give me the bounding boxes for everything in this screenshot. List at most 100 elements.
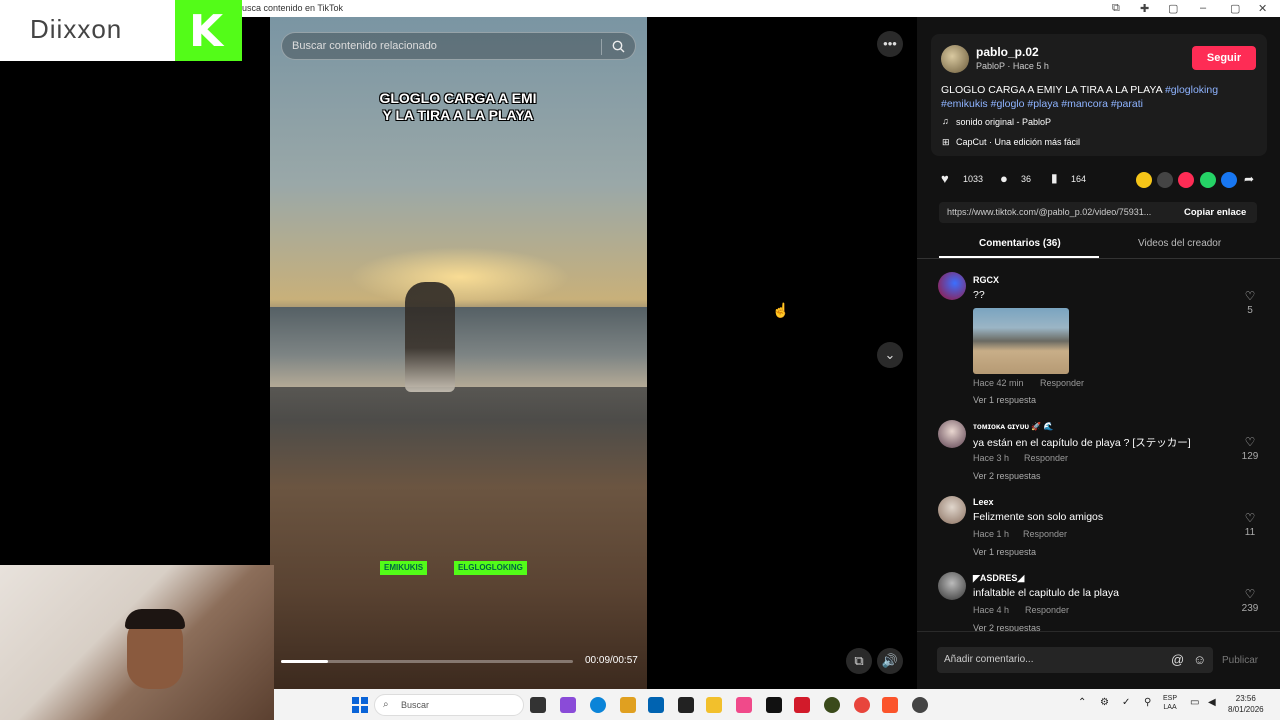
sea-waves (270, 307, 647, 387)
comment-time: Hace 4 h (973, 605, 1010, 615)
comment-icon[interactable]: ● (1000, 171, 1008, 186)
reply-button[interactable]: Responder (1025, 605, 1069, 615)
language-indicator[interactable]: ESP LAA (1163, 694, 1177, 712)
comment-input[interactable]: Añadir comentario... @ ☺ (937, 647, 1213, 673)
emoji-icon[interactable]: ☺ (1193, 652, 1206, 667)
brave-icon[interactable] (882, 697, 898, 713)
comment-time: Hace 42 min (973, 378, 1024, 388)
tiktok-icon[interactable] (766, 697, 782, 713)
network-icon[interactable]: ▭ (1190, 697, 1199, 708)
speaker-icon[interactable]: ◀ (1208, 697, 1216, 708)
tray-icon[interactable]: ⚙ (1100, 697, 1109, 708)
reply-button[interactable]: Responder (1023, 529, 1067, 539)
send-icon[interactable] (1178, 172, 1194, 188)
comment-like-count: 239 (1241, 603, 1259, 614)
windows-start-icon[interactable] (352, 697, 368, 713)
wifi-icon[interactable]: ✓ (1122, 697, 1130, 708)
comment-avatar[interactable] (938, 272, 966, 300)
chrome-icon[interactable] (854, 697, 870, 713)
comment-avatar[interactable] (938, 496, 966, 524)
search-divider (601, 39, 602, 55)
coin-icon[interactable] (1136, 172, 1152, 188)
puzzle-icon[interactable]: ✚ (1140, 2, 1149, 15)
comment-avatar[interactable] (938, 420, 966, 448)
tab-creator-videos[interactable]: Videos del creador (1138, 238, 1221, 249)
caption-line-2: Y LA TIRA A LA PLAYA (382, 107, 534, 123)
maximize-icon[interactable]: ▢ (1230, 2, 1240, 15)
pip-icon[interactable]: ⧉ (846, 648, 872, 674)
outlook-icon[interactable] (648, 697, 664, 713)
capcut-app-icon[interactable] (678, 697, 694, 713)
task-view-icon[interactable] (530, 697, 546, 713)
heart-icon[interactable]: ♥ (941, 171, 949, 186)
video-progress-bar[interactable] (281, 660, 573, 663)
caption-line-1: GLOGLO CARGA A EMI (379, 90, 537, 106)
minimize-icon[interactable]: – (1200, 2, 1206, 14)
follow-button[interactable]: Seguir (1192, 46, 1256, 70)
comment-avatar[interactable] (938, 572, 966, 600)
search-icon: ⌕ (383, 699, 389, 710)
photos-icon[interactable] (620, 697, 636, 713)
comment-heart-icon[interactable]: ♡ (1240, 289, 1260, 303)
comment-author[interactable]: ᴛᴏᴍɪᴏᴋᴀ ɢɪʏᴜᴜ 🚀 🌊 (973, 422, 1053, 431)
search-placeholder: Buscar contenido relacionado (292, 40, 437, 52)
comment-author[interactable]: RGCX (973, 275, 999, 285)
comment-heart-icon[interactable]: ♡ (1240, 587, 1260, 601)
share-arrow-icon[interactable]: ➦ (1244, 172, 1254, 186)
comment-heart-icon[interactable]: ♡ (1240, 435, 1260, 449)
view-replies-button[interactable]: Ver 1 respuesta (973, 547, 1036, 557)
hashtag-line-2[interactable]: #emikukis #gloglo #playa #mancora #parat… (941, 98, 1143, 110)
saves-count: 164 (1071, 174, 1087, 184)
video-time: 00:09/00:57 (585, 655, 638, 666)
hashtag-line-1[interactable]: #glogloking (1165, 84, 1218, 96)
file-explorer-icon[interactable] (706, 697, 722, 713)
embed-icon[interactable] (1157, 172, 1173, 188)
whatsapp-icon[interactable] (1200, 172, 1216, 188)
more-options-icon[interactable]: ••• (877, 31, 903, 57)
bookmark-icon[interactable]: ▮ (1051, 171, 1058, 185)
kick-logo: K (175, 0, 242, 61)
comment-sticker-image[interactable] (973, 308, 1069, 374)
chevron-down-icon[interactable]: ⌄ (877, 342, 903, 368)
tab-comments[interactable]: Comentarios (36) (979, 238, 1061, 249)
clock-time: 23:56 (1235, 694, 1256, 703)
mention-icon[interactable]: @ (1171, 652, 1184, 667)
view-replies-button[interactable]: Ver 1 respuesta (973, 395, 1036, 405)
copy-link-button[interactable]: Copiar enlace (1184, 207, 1246, 218)
usb-icon[interactable]: ⚲ (1144, 697, 1151, 708)
window-title: usca contenido en TikTok (242, 3, 344, 13)
streamer-hair (125, 609, 185, 629)
close-icon[interactable]: ✕ (1258, 2, 1267, 15)
comment-text: ya están en el capítulo de playa ? [ステッカ… (973, 437, 1191, 449)
creator-avatar[interactable] (941, 45, 969, 73)
publish-button[interactable]: Publicar (1222, 655, 1258, 666)
volume-icon[interactable]: 🔊 (877, 648, 903, 674)
sound-name[interactable]: sonido original - PabloP (956, 117, 1051, 127)
search-icon[interactable] (612, 40, 625, 53)
capcut-icon: ⊞ (942, 137, 950, 147)
obs-icon[interactable] (912, 697, 928, 713)
app-icon[interactable] (560, 697, 576, 713)
taskbar-search[interactable]: ⌕ Buscar (374, 694, 524, 716)
comment-heart-icon[interactable]: ♡ (1240, 511, 1260, 525)
comment-author[interactable]: Leex (973, 497, 994, 507)
chevron-up-icon[interactable]: ⌃ (1078, 697, 1086, 708)
reply-button[interactable]: Responder (1040, 378, 1084, 388)
xbox-icon[interactable] (824, 697, 840, 713)
capcut-promo[interactable]: CapCut · Una edición más fácil (956, 137, 1080, 147)
related-search-input[interactable]: Buscar contenido relacionado (281, 32, 636, 60)
taskbar-clock[interactable]: 23:56 8/01/2026 (1228, 693, 1264, 715)
creator-username[interactable]: pablo_p.02 (976, 45, 1039, 59)
extension-icon[interactable]: ⧉ (1112, 2, 1120, 15)
text-app-icon[interactable] (794, 697, 810, 713)
comment-author[interactable]: ◤ASDRES◢ (973, 573, 1024, 584)
itunes-icon[interactable] (736, 697, 752, 713)
edge-icon[interactable] (590, 697, 606, 713)
video-caption: GLOGLO CARGA A EMI Y LA TIRA A LA PLAYA (330, 90, 586, 124)
brand-name: Diixxon (30, 14, 123, 44)
tag-elglogloking: ELGLOGLOKING (454, 561, 527, 575)
reply-button[interactable]: Responder (1024, 453, 1068, 463)
facebook-icon[interactable] (1221, 172, 1237, 188)
copy-icon[interactable]: ▢ (1168, 2, 1178, 15)
view-replies-button[interactable]: Ver 2 respuestas (973, 471, 1041, 481)
